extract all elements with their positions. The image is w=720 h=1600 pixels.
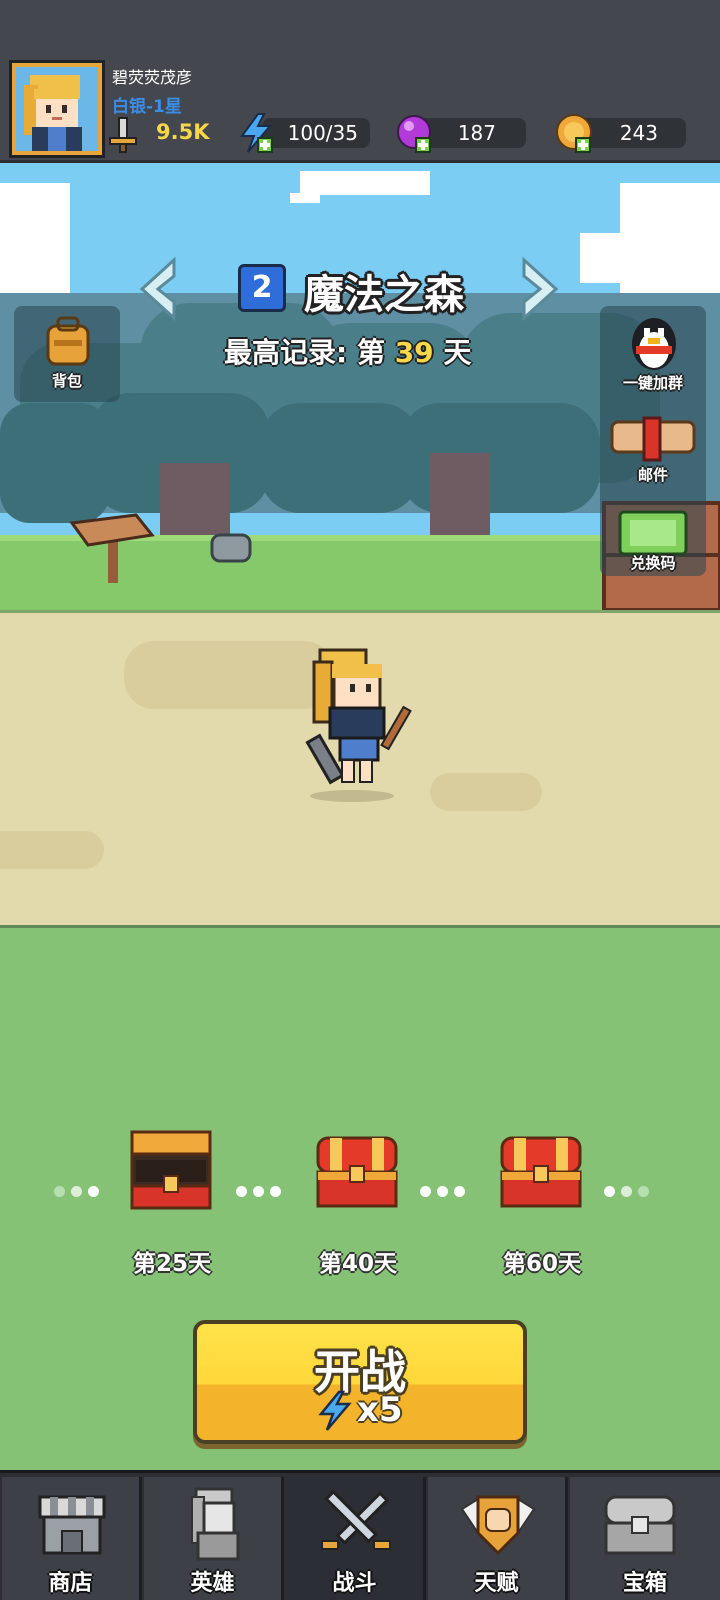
tab-hero-label: 英雄 (190, 1571, 235, 1596)
next-stage-arrow-icon[interactable] (516, 256, 564, 322)
join-group-label: 一键加群 (622, 374, 683, 392)
chest-day-label: 第25天 (132, 1251, 211, 1277)
start-battle-cost: x5 (357, 1390, 403, 1430)
closed-chest-icon (500, 1136, 582, 1208)
penguin-qq-icon (632, 318, 676, 370)
hero-portrait-icon (16, 67, 98, 151)
progress-dots (604, 1182, 655, 1197)
tab-battle[interactable]: 战斗 (286, 1477, 426, 1600)
join-group-button[interactable]: 一键加群 (600, 306, 706, 396)
tab-chest-label: 宝箱 (622, 1571, 667, 1596)
top-status-bar: 碧荧荧茂彦 白银-1星 9.5K 100/35 187 243 (0, 0, 720, 163)
treasure-chest-icon (604, 1495, 676, 1555)
tab-talent-label: 天赋 (474, 1571, 519, 1596)
energy-value: 100/35 (287, 121, 358, 145)
coin-display: 243 (578, 118, 686, 148)
energy-bolt-icon (318, 1390, 352, 1431)
progress-dots (54, 1182, 105, 1197)
record-prefix: 最高记录: 第 (224, 336, 385, 369)
hero-character-sprite (305, 648, 412, 802)
tab-talent[interactable]: 天赋 (428, 1477, 568, 1600)
reward-chest-day60[interactable]: 第60天 (482, 1130, 602, 1277)
mail-button[interactable]: 邮件 (600, 412, 706, 492)
shop-icon (38, 1495, 106, 1555)
backpack-button[interactable]: 背包 (14, 306, 120, 402)
gem-value: 187 (457, 121, 496, 145)
bottom-navigation: 商店 英雄 战斗 天赋 宝箱 (0, 1470, 720, 1600)
redeem-code-button[interactable]: 兑换码 (600, 506, 706, 586)
chest-day-label: 第60天 (502, 1251, 581, 1277)
energy-display: 100/35 (262, 118, 370, 148)
talent-fist-icon (460, 1495, 536, 1556)
road-patch (430, 773, 542, 811)
backpack-icon (46, 316, 90, 366)
crossed-swords-icon (321, 1489, 391, 1550)
player-rank: 白银-1星 (112, 97, 182, 117)
tab-chest[interactable]: 宝箱 (570, 1477, 720, 1600)
player-name: 碧荧荧茂彦 (112, 68, 193, 87)
mail-label: 邮件 (637, 466, 668, 484)
energy-plus-icon[interactable] (236, 112, 276, 154)
prev-stage-arrow-icon[interactable] (134, 256, 182, 322)
reward-chest-day40[interactable]: 第40天 (298, 1130, 418, 1277)
opened-chest-icon (130, 1130, 212, 1210)
progress-dots (236, 1182, 287, 1197)
tab-battle-label: 战斗 (332, 1571, 377, 1596)
coin-plus-icon[interactable] (554, 112, 594, 154)
gem-plus-icon[interactable] (394, 112, 434, 154)
record-suffix: 天 (443, 336, 472, 369)
hero-icon (191, 1487, 240, 1561)
best-record: 最高记录: 第 39 天 (224, 331, 471, 371)
chest-day-label: 第40天 (318, 1251, 397, 1277)
gem-display: 187 (418, 118, 526, 148)
mail-scroll-icon (610, 416, 696, 462)
record-day: 39 (394, 336, 434, 369)
ticket-icon (618, 510, 688, 556)
tab-shop[interactable]: 商店 (2, 1477, 142, 1600)
reward-chest-day25[interactable]: 第25天 (112, 1130, 232, 1277)
power-value: 9.5K (156, 120, 210, 144)
road-patch (0, 831, 104, 869)
start-battle-button[interactable]: 开战 x5 (193, 1320, 527, 1444)
backpack-label: 背包 (51, 372, 82, 390)
redeem-code-label: 兑换码 (630, 554, 676, 572)
tab-shop-label: 商店 (48, 1571, 93, 1596)
player-avatar[interactable] (9, 60, 105, 158)
coin-value: 243 (619, 121, 658, 145)
closed-chest-icon (316, 1136, 398, 1208)
sword-power-icon (109, 117, 137, 153)
progress-dots (420, 1182, 471, 1197)
tab-hero[interactable]: 英雄 (144, 1477, 284, 1600)
stage-name: 魔法之森 (304, 272, 464, 318)
stage-number-badge: 2 (238, 264, 286, 312)
